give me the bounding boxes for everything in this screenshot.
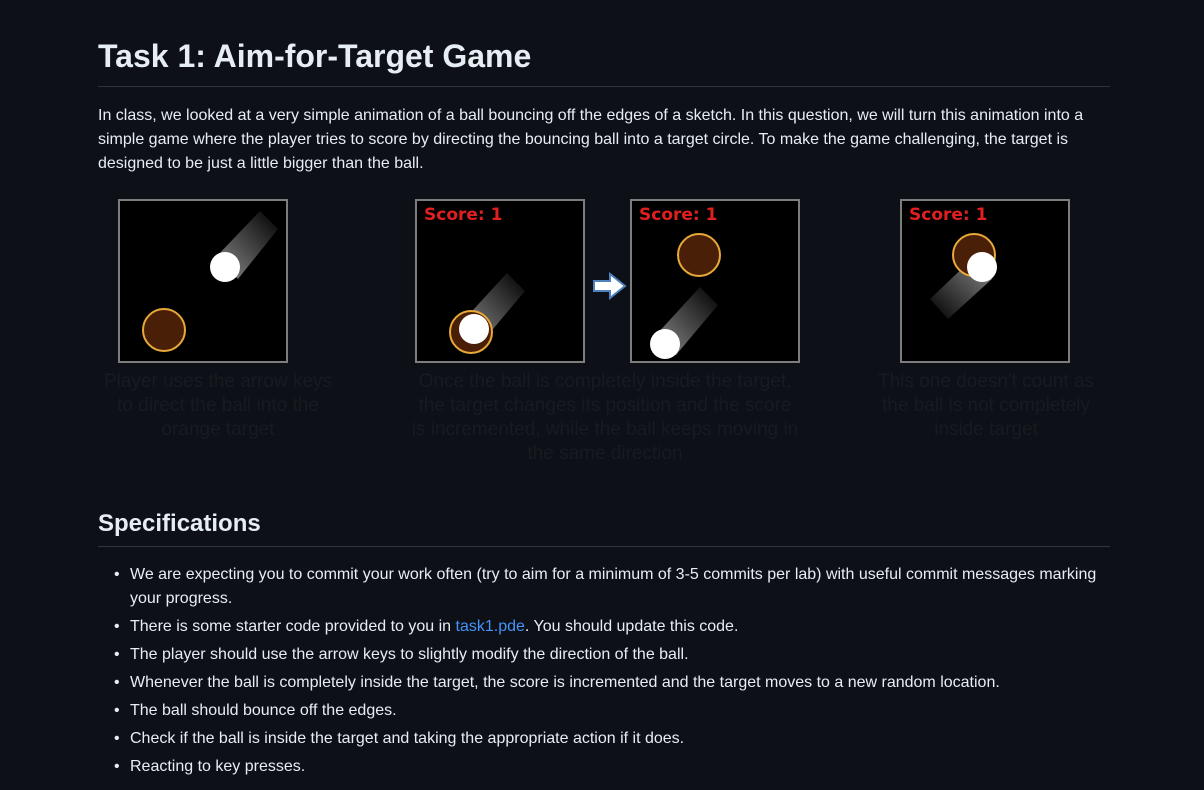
target-circle: [142, 308, 186, 352]
intro-paragraph: In class, we looked at a very simple ani…: [98, 107, 1084, 172]
specifications-heading: Specifications: [98, 510, 261, 537]
arrow-right-icon: [593, 272, 627, 300]
panel-scoring-after: Score: 1: [630, 199, 800, 363]
list-item: Whenever the ball is completely inside t…: [114, 671, 1110, 695]
game-illustration: Player uses the arrow keys to direct the…: [98, 198, 1110, 478]
list-item: We are expecting you to commit your work…: [114, 563, 1110, 611]
list-item: The ball should bounce off the edges.: [114, 699, 1110, 723]
ball: [967, 252, 997, 282]
specifications-divider: [98, 546, 1110, 547]
panel-not-counted: Score: 1: [900, 199, 1070, 363]
ball: [459, 314, 489, 344]
caption-scoring: Once the ball is completely inside the t…: [411, 371, 799, 464]
caption-not-counted: This one doesn't count as the ball is no…: [878, 371, 1094, 440]
panel-scoring-before: Score: 1: [415, 199, 585, 363]
page-title: Task 1: Aim-for-Target Game: [98, 38, 532, 74]
list-item: There is some starter code provided to y…: [114, 615, 1110, 639]
list-item: Reacting to key presses.: [114, 755, 1110, 779]
ball: [210, 252, 240, 282]
task1-pde-link[interactable]: task1.pde: [456, 618, 525, 635]
specifications-list: We are expecting you to commit your work…: [98, 563, 1110, 783]
list-item-text: . You should update this code.: [524, 618, 739, 635]
ball: [650, 329, 680, 359]
list-item: The player should use the arrow keys to …: [114, 643, 1110, 667]
title-divider: [98, 86, 1110, 87]
caption-aiming: Player uses the arrow keys to direct the…: [103, 371, 333, 440]
target-circle: [677, 233, 721, 277]
list-item-text: There is some starter code provided to y…: [130, 618, 456, 635]
list-item: Check if the ball is inside the target a…: [114, 727, 1110, 751]
panel-aiming: [118, 199, 288, 363]
